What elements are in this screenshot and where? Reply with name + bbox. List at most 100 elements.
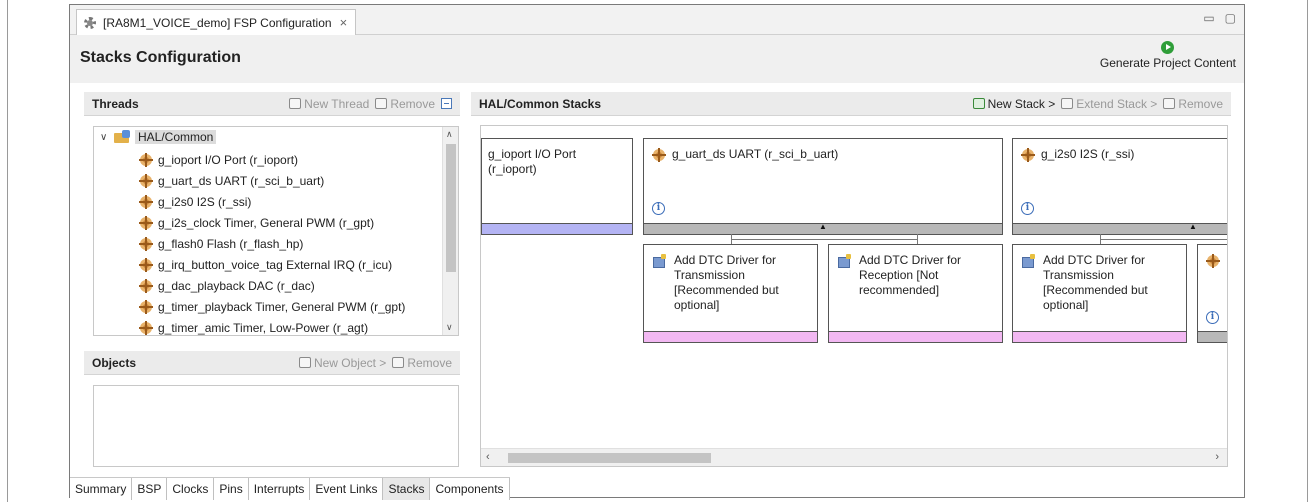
connector-line	[917, 234, 918, 244]
module-icon	[139, 279, 153, 293]
stacks-horizontal-scrollbar[interactable]: ‹ ›	[481, 448, 1227, 466]
editor-tab-fsp-configuration[interactable]: [RA8M1_VOICE_demo] FSP Configuration ×	[76, 9, 357, 35]
remove-stack-button[interactable]: Remove	[1163, 97, 1223, 111]
tree-item[interactable]: g_timer_amic Timer, Low-Power (r_agt)	[139, 321, 368, 335]
stack-sub-module-partial[interactable]: i	[1197, 244, 1227, 343]
scroll-left-icon[interactable]: ‹	[486, 451, 490, 463]
module-icon	[139, 258, 153, 272]
new-stack-button[interactable]: New Stack >	[972, 97, 1055, 111]
scroll-up-icon[interactable]: ∧	[446, 129, 453, 140]
tree-item[interactable]: g_uart_ds UART (r_sci_b_uart)	[139, 174, 324, 188]
stack-sub-module-dtc-tx-2[interactable]: Add DTC Driver for Transmission [Recomme…	[1012, 244, 1187, 343]
minimize-icon[interactable]: ▭	[1203, 11, 1214, 25]
tab-summary[interactable]: Summary	[70, 478, 133, 500]
stack-sub-module-dtc-tx[interactable]: Add DTC Driver for Transmission [Recomme…	[643, 244, 818, 343]
window-controls: ▭ ▢	[1203, 11, 1236, 25]
tab-event-links[interactable]: Event Links	[310, 478, 384, 500]
remove-icon	[375, 98, 388, 109]
tab-stacks[interactable]: Stacks	[383, 478, 431, 500]
outer-border-right	[1307, 0, 1308, 502]
module-icon	[139, 237, 153, 251]
stacks-canvas: g_ioport I/O Port (r_ioport) g_uart_ds U…	[480, 125, 1228, 467]
scrollbar-thumb[interactable]	[508, 453, 711, 463]
module-icon	[139, 216, 153, 230]
info-icon[interactable]: i	[1206, 311, 1219, 324]
threads-vertical-scrollbar[interactable]: ∧ ∨	[442, 127, 458, 335]
stacks-config-header: Stacks Configuration Generate Project Co…	[70, 35, 1244, 83]
scroll-down-icon[interactable]: ∨	[446, 322, 453, 333]
outer-border-left	[7, 0, 8, 502]
module-footer-bar	[482, 223, 632, 234]
stack-module-i2s[interactable]: g_i2s0 I2S (r_ssi) i ▲	[1012, 138, 1227, 235]
add-module-icon	[838, 254, 852, 268]
thread-folder-icon	[114, 130, 131, 144]
play-icon	[1161, 41, 1175, 54]
collapse-arrow-icon[interactable]: ▲	[819, 222, 827, 231]
tab-clocks[interactable]: Clocks	[167, 478, 215, 500]
generate-project-content-button[interactable]: Generate Project Content	[1100, 41, 1236, 70]
collapse-all-icon[interactable]	[441, 98, 452, 109]
collapse-arrow-icon[interactable]: ▲	[1189, 222, 1197, 231]
threads-tree: ∨ HAL/Common g_ioport I/O Port (r_ioport…	[93, 126, 459, 336]
module-icon	[1206, 254, 1220, 268]
remove-thread-button[interactable]: Remove	[375, 97, 435, 111]
extend-stack-button[interactable]: Extend Stack >	[1061, 97, 1157, 111]
tree-root-label: HAL/Common	[135, 130, 217, 144]
threads-panel-header: Threads New Thread Remove	[84, 92, 460, 116]
sub-module-label: Add DTC Driver for Transmission [Recomme…	[674, 253, 779, 312]
info-icon[interactable]: i	[1021, 202, 1034, 215]
add-module-icon	[1022, 254, 1036, 268]
tab-components[interactable]: Components	[430, 478, 510, 500]
module-icon	[1021, 148, 1035, 162]
remove-object-button[interactable]: Remove	[392, 356, 452, 370]
tree-item[interactable]: g_timer_playback Timer, General PWM (r_g…	[139, 300, 405, 314]
tab-bsp[interactable]: BSP	[132, 478, 168, 500]
sub-module-label: Add DTC Driver for Transmission [Recomme…	[1043, 253, 1148, 312]
gear-icon	[83, 16, 97, 30]
maximize-icon[interactable]: ▢	[1225, 11, 1236, 25]
module-footer-bar	[644, 331, 817, 342]
tree-item[interactable]: g_i2s_clock Timer, General PWM (r_gpt)	[139, 216, 374, 230]
module-footer-bar: ▲	[644, 222, 1002, 234]
tree-item[interactable]: g_flash0 Flash (r_flash_hp)	[139, 237, 303, 251]
threads-title: Threads	[92, 96, 139, 111]
scrollbar-thumb[interactable]	[446, 144, 456, 272]
stacks-title: HAL/Common Stacks	[479, 96, 602, 111]
connector-line	[731, 239, 917, 240]
module-icon	[139, 195, 153, 209]
stacks-panel-header: HAL/Common Stacks New Stack > Extend Sta…	[471, 92, 1231, 116]
module-label: g_i2s0 I2S (r_ssi)	[1041, 147, 1135, 161]
config-page-tabs: Summary BSP Clocks Pins Interrupts Event…	[70, 477, 510, 500]
tab-interrupts[interactable]: Interrupts	[248, 478, 311, 500]
remove-icon	[392, 357, 405, 368]
module-label: g_ioport I/O Port (r_ioport)	[488, 147, 577, 176]
editor-tab-title: [RA8M1_VOICE_demo] FSP Configuration	[103, 15, 332, 30]
objects-panel-header: Objects New Object > Remove	[84, 351, 460, 375]
scroll-right-icon[interactable]: ›	[1215, 451, 1219, 463]
tab-pins[interactable]: Pins	[214, 478, 249, 500]
chevron-down-icon[interactable]: ∨	[100, 132, 110, 143]
stack-module-uart[interactable]: g_uart_ds UART (r_sci_b_uart) i ▲	[643, 138, 1003, 235]
tree-item[interactable]: g_i2s0 I2S (r_ssi)	[139, 195, 251, 209]
close-icon[interactable]: ×	[340, 15, 348, 30]
module-icon	[139, 153, 153, 167]
tree-item[interactable]: g_irq_button_voice_tag External IRQ (r_i…	[139, 258, 392, 272]
new-object-button[interactable]: New Object >	[298, 356, 386, 370]
stack-sub-module-dtc-rx[interactable]: Add DTC Driver for Reception [Not recomm…	[828, 244, 1003, 343]
tree-item[interactable]: g_ioport I/O Port (r_ioport)	[139, 153, 298, 167]
extend-stack-icon	[1061, 98, 1074, 109]
new-stack-icon	[972, 98, 985, 109]
module-icon	[139, 321, 153, 335]
stack-module-ioport[interactable]: g_ioport I/O Port (r_ioport)	[481, 138, 633, 235]
new-thread-icon	[289, 98, 302, 109]
objects-title: Objects	[92, 355, 137, 370]
new-thread-button[interactable]: New Thread	[289, 97, 369, 111]
info-icon[interactable]: i	[652, 202, 665, 215]
module-footer-bar	[1013, 331, 1186, 342]
tree-root-hal-common[interactable]: ∨ HAL/Common	[100, 130, 217, 144]
module-icon	[139, 174, 153, 188]
module-footer-bar	[1198, 331, 1227, 342]
add-module-icon	[653, 254, 667, 268]
module-footer-bar	[829, 331, 1002, 342]
tree-item[interactable]: g_dac_playback DAC (r_dac)	[139, 279, 315, 293]
